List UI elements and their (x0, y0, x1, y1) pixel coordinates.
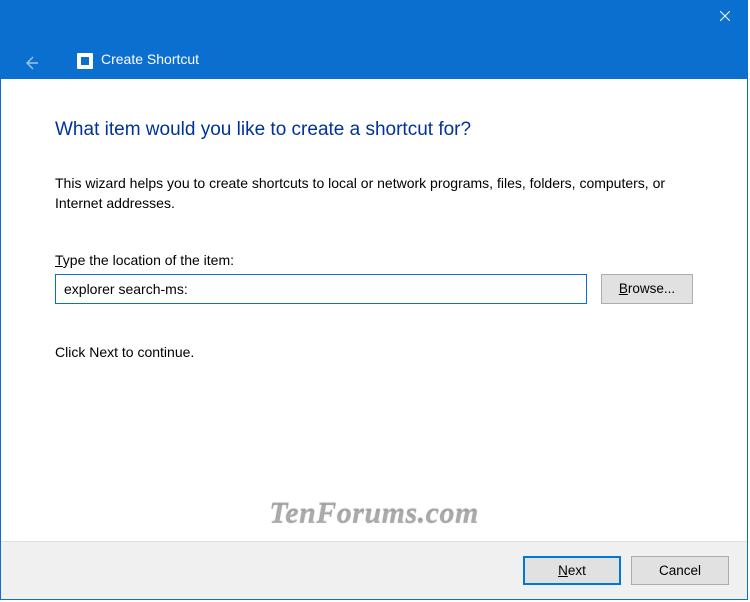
wizard-window: Create Shortcut What item would you like… (0, 0, 748, 600)
content-area: What item would you like to create a sho… (1, 79, 747, 541)
browse-accel: B (619, 281, 628, 296)
page-heading: What item would you like to create a sho… (55, 119, 693, 141)
location-row: Browse... (55, 274, 693, 304)
cancel-button[interactable]: Cancel (631, 556, 729, 585)
arrow-left-icon (23, 55, 39, 71)
window-title: Create Shortcut (101, 51, 199, 67)
close-button[interactable] (702, 1, 747, 31)
next-button[interactable]: Next (523, 556, 621, 585)
browse-button[interactable]: Browse... (601, 274, 693, 304)
footer: Next Cancel (1, 541, 747, 599)
continue-hint: Click Next to continue. (55, 344, 693, 360)
shortcut-icon (77, 53, 93, 69)
next-accel: N (558, 563, 568, 578)
close-icon (720, 11, 730, 21)
back-button[interactable] (19, 51, 43, 75)
location-input[interactable] (55, 274, 587, 304)
location-label-accel: T (55, 252, 63, 268)
wizard-description: This wizard helps you to create shortcut… (55, 173, 693, 214)
browse-text: rowse... (628, 281, 675, 296)
location-label-text: ype the location of the item: (63, 252, 234, 268)
titlebar: Create Shortcut (1, 1, 747, 79)
next-text: ext (568, 563, 586, 578)
location-label: Type the location of the item: (55, 252, 693, 268)
